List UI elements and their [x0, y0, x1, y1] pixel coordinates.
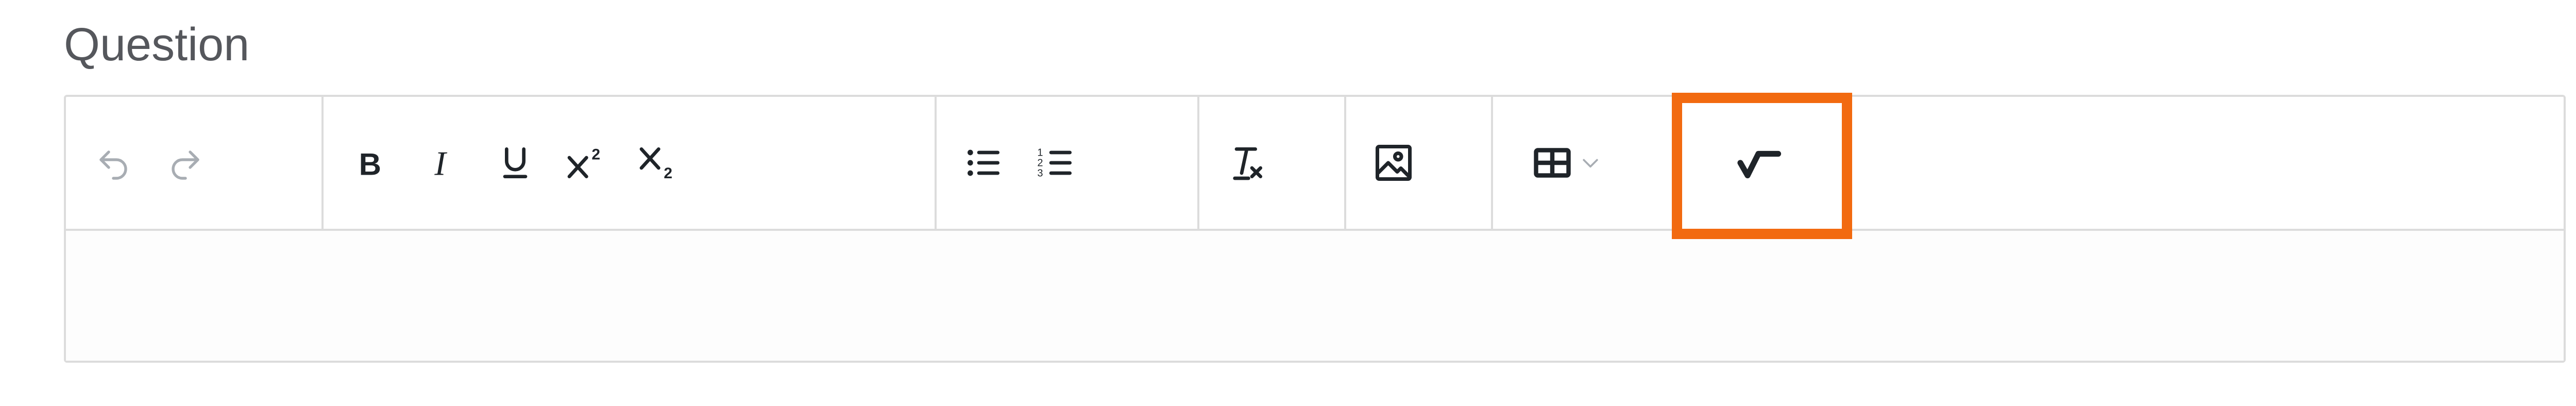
italic-icon: I	[422, 142, 464, 183]
toolbar-group-math	[1673, 97, 1859, 229]
svg-text:1: 1	[1037, 147, 1043, 159]
toolbar-group-clear	[1199, 97, 1346, 229]
redo-icon	[167, 144, 204, 181]
undo-icon	[95, 144, 132, 181]
numbered-list-button[interactable]: 1 2 3	[1020, 116, 1092, 209]
insert-equation-button[interactable]	[1685, 116, 1839, 209]
insert-table-button[interactable]	[1504, 116, 1628, 209]
toolbar-group-lists: 1 2 3	[937, 97, 1199, 229]
superscript-icon: 2	[564, 142, 611, 183]
clear-formatting-icon	[1226, 142, 1267, 183]
italic-button[interactable]: I	[407, 116, 479, 209]
underline-icon	[495, 142, 536, 183]
bullet-list-button[interactable]	[948, 116, 1020, 209]
bold-button[interactable]: B	[335, 116, 407, 209]
toolbar-group-media	[1346, 97, 1493, 229]
bullet-list-icon	[963, 142, 1005, 183]
clear-formatting-button[interactable]	[1211, 116, 1283, 209]
rich-text-editor: B I 2 2 1 2 3	[64, 95, 2566, 363]
bold-icon: B	[350, 142, 392, 183]
toolbar-group-history	[66, 97, 324, 229]
subscript-button[interactable]: 2	[623, 116, 696, 209]
table-icon	[1531, 141, 1574, 184]
svg-text:I: I	[434, 145, 447, 182]
numbered-list-icon: 1 2 3	[1036, 142, 1077, 183]
toolbar-group-table	[1493, 97, 1673, 229]
svg-text:2: 2	[664, 165, 672, 182]
editor-content-area[interactable]	[66, 231, 2564, 361]
question-label: Question	[64, 19, 250, 71]
toolbar-group-format: B I 2 2	[324, 97, 937, 229]
insert-image-button[interactable]	[1358, 116, 1430, 209]
svg-text:B: B	[359, 147, 381, 181]
editor-toolbar: B I 2 2 1 2 3	[66, 97, 2564, 231]
underline-button[interactable]	[479, 116, 551, 209]
svg-text:3: 3	[1037, 168, 1043, 179]
image-icon	[1372, 141, 1415, 184]
redo-button[interactable]	[149, 116, 222, 209]
square-root-icon	[1734, 141, 1790, 184]
superscript-button[interactable]: 2	[551, 116, 623, 209]
svg-text:2: 2	[591, 146, 600, 163]
undo-button[interactable]	[77, 116, 149, 209]
svg-text:2: 2	[1037, 158, 1043, 169]
subscript-icon: 2	[636, 142, 683, 183]
chevron-down-icon	[1579, 151, 1602, 174]
